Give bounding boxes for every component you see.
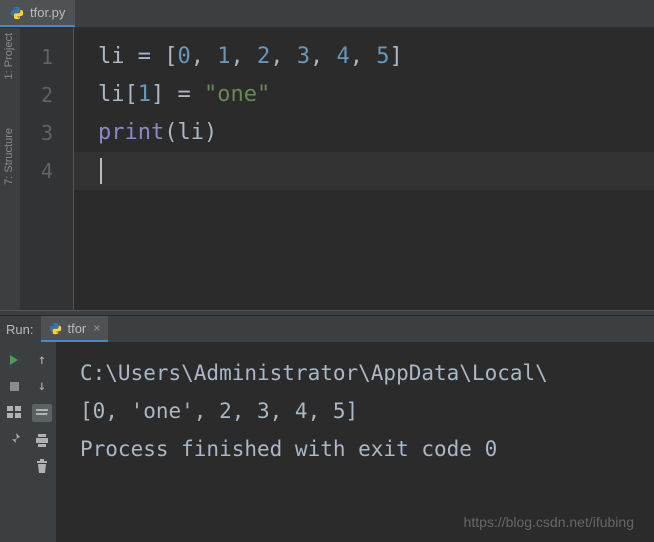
stop-icon[interactable]: [6, 378, 22, 394]
run-tab-label: tfor: [67, 321, 86, 336]
code-line: [98, 152, 654, 190]
console-line: [0, 'one', 2, 3, 4, 5]: [80, 392, 654, 430]
run-tab[interactable]: tfor ×: [41, 316, 108, 342]
file-tab[interactable]: tfor.py: [0, 0, 75, 27]
console-line: C:\Users\Administrator\AppData\Local\: [80, 354, 654, 392]
line-number: 2: [20, 76, 73, 114]
editor-wrap: 1: Project 7: Structure 1 2 3 4 li = [0,…: [0, 28, 654, 310]
run-toolbar: ↑ ↓: [0, 342, 56, 542]
soft-wrap-icon[interactable]: [32, 404, 52, 422]
run-panel: Run: tfor × ↑ ↓ C:\Users\Administrator\A…: [0, 316, 654, 542]
structure-tool-button[interactable]: 7: Structure: [3, 128, 15, 185]
file-tab-label: tfor.py: [30, 5, 65, 20]
project-tool-button[interactable]: 1: Project: [3, 33, 15, 79]
run-label: Run:: [6, 322, 33, 337]
code-line: li[1] = "one": [98, 76, 654, 114]
editor-section: tfor.py 1: Project 7: Structure 1 2 3 4 …: [0, 0, 654, 310]
python-icon: [49, 322, 62, 335]
up-arrow-icon[interactable]: ↑: [34, 352, 50, 368]
console-output[interactable]: C:\Users\Administrator\AppData\Local\[0,…: [56, 342, 654, 542]
layout-icon[interactable]: [6, 404, 22, 420]
python-icon: [10, 6, 24, 20]
down-arrow-icon[interactable]: ↓: [34, 378, 50, 394]
code-line: print(li): [98, 114, 654, 152]
close-icon[interactable]: ×: [93, 321, 100, 335]
line-number: 3: [20, 114, 73, 152]
rerun-icon[interactable]: [6, 352, 22, 368]
gutter: 1 2 3 4: [20, 28, 74, 310]
line-number: 1: [20, 38, 73, 76]
code-line: li = [0, 1, 2, 3, 4, 5]: [98, 38, 654, 76]
watermark: https://blog.csdn.net/ifubing: [464, 514, 634, 530]
run-body: ↑ ↓ C:\Users\Administrator\AppData\Local…: [0, 342, 654, 542]
text-cursor: [100, 158, 102, 184]
line-number: 4: [20, 152, 73, 190]
console-line: Process finished with exit code 0: [80, 430, 654, 468]
side-tool-panel: 1: Project 7: Structure: [0, 28, 20, 310]
pin-icon[interactable]: [6, 430, 22, 446]
run-header: Run: tfor ×: [0, 316, 654, 342]
print-icon[interactable]: [34, 432, 50, 448]
code-editor[interactable]: li = [0, 1, 2, 3, 4, 5] li[1] = "one" pr…: [74, 28, 654, 310]
trash-icon[interactable]: [34, 458, 50, 474]
editor-tab-bar: tfor.py: [0, 0, 654, 28]
